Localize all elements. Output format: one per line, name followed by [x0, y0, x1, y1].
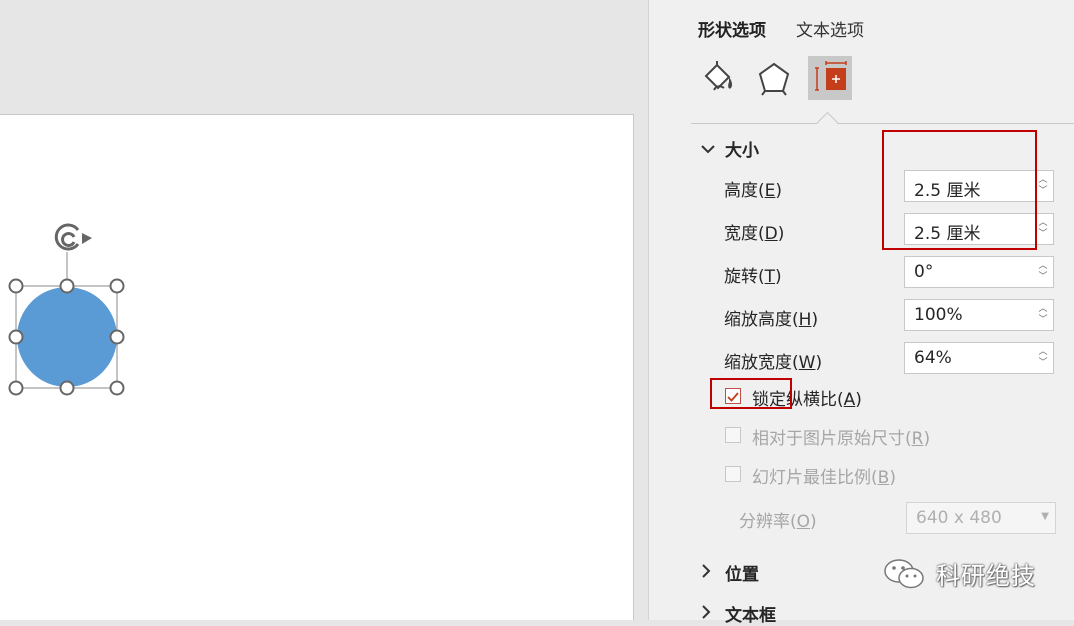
dropdown-caret-icon: ▼	[1041, 511, 1049, 522]
spin-down-icon[interactable]: ﹀	[1038, 358, 1047, 369]
tab-text-options[interactable]: 文本选项	[796, 16, 864, 41]
width-spinner[interactable]: 2.5 厘米 ︿ ﹀	[904, 213, 1054, 245]
rotation-value[interactable]: 0°	[914, 262, 933, 282]
width-label: 宽度(D)	[724, 224, 785, 244]
section-position-title: 位置	[725, 565, 759, 585]
section-size-header[interactable]: 大小	[701, 136, 759, 161]
watermark-text: 科研绝技	[936, 562, 1036, 590]
resize-handle[interactable]	[8, 278, 24, 294]
resolution-value: 640 x 480	[916, 508, 1002, 528]
section-textbox-title: 文本框	[725, 606, 776, 626]
resize-handle[interactable]	[8, 380, 24, 396]
spin-up-icon[interactable]: ︿	[1038, 261, 1047, 272]
size-properties-icon[interactable]	[808, 56, 852, 100]
rotation-spinner[interactable]: 0° ︿ ﹀	[904, 256, 1054, 288]
spin-down-icon[interactable]: ﹀	[1038, 186, 1047, 197]
circle-shape[interactable]	[17, 287, 117, 387]
best-scale-label: 幻灯片最佳比例(B)	[752, 468, 896, 488]
spin-up-icon[interactable]: ︿	[1038, 218, 1047, 229]
tab-pointer	[816, 111, 839, 134]
height-spinner[interactable]: 2.5 厘米 ︿ ﹀	[904, 170, 1054, 202]
spin-down-icon[interactable]: ﹀	[1038, 229, 1047, 240]
resize-handle[interactable]	[109, 329, 125, 345]
spin-down-icon[interactable]: ﹀	[1038, 272, 1047, 283]
relative-original-label: 相对于图片原始尺寸(R)	[752, 429, 931, 449]
checkmark-icon	[727, 392, 739, 402]
chevron-down-icon	[701, 139, 715, 159]
scale-height-spinner[interactable]: 100% ︿ ﹀	[904, 299, 1054, 331]
section-textbox-header[interactable]: 文本框	[701, 601, 776, 626]
section-size-title: 大小	[725, 141, 759, 161]
resize-handle[interactable]	[109, 278, 125, 294]
height-value[interactable]: 2.5 厘米	[914, 176, 980, 201]
lock-aspect-checkbox[interactable]	[725, 388, 741, 404]
height-label: 高度(E)	[724, 181, 783, 201]
scale-width-value[interactable]: 64%	[914, 348, 952, 368]
chevron-right-icon	[701, 604, 715, 624]
tab-shape-options[interactable]: 形状选项	[698, 16, 766, 41]
width-value[interactable]: 2.5 厘米	[914, 219, 980, 244]
rotation-label: 旋转(T)	[724, 267, 782, 287]
best-scale-checkbox	[725, 466, 741, 482]
format-shape-pane: 形状选项 文本选项 大小 高度(E) 2.5 厘米 ︿ ﹀ 宽度(D) 2.5 …	[648, 0, 1074, 626]
scale-height-label: 缩放高度(H)	[724, 310, 819, 330]
wechat-icon	[884, 558, 924, 588]
resize-handle[interactable]	[59, 278, 75, 294]
scale-width-label: 缩放宽度(W)	[724, 353, 823, 373]
chevron-right-icon	[701, 563, 715, 583]
effects-pentagon-icon[interactable]	[752, 56, 796, 100]
spin-up-icon[interactable]: ︿	[1038, 175, 1047, 186]
scale-width-spinner[interactable]: 64% ︿ ﹀	[904, 342, 1054, 374]
resize-handle[interactable]	[59, 380, 75, 396]
spin-down-icon[interactable]: ﹀	[1038, 315, 1047, 326]
scale-height-value[interactable]: 100%	[914, 305, 963, 325]
relative-original-checkbox	[725, 427, 741, 443]
resize-handle[interactable]	[109, 380, 125, 396]
spin-up-icon[interactable]: ︿	[1038, 304, 1047, 315]
section-position-header[interactable]: 位置	[701, 560, 759, 585]
resolution-dropdown: 640 x 480 ▼	[906, 502, 1056, 534]
resize-handle[interactable]	[8, 329, 24, 345]
watermark: 科研绝技	[882, 556, 1036, 591]
spin-up-icon[interactable]: ︿	[1038, 347, 1047, 358]
resolution-label: 分辨率(O)	[739, 512, 817, 532]
pane-divider	[691, 123, 1074, 124]
lock-aspect-label[interactable]: 锁定纵横比(A)	[752, 385, 862, 410]
fill-line-icon[interactable]	[696, 56, 740, 100]
